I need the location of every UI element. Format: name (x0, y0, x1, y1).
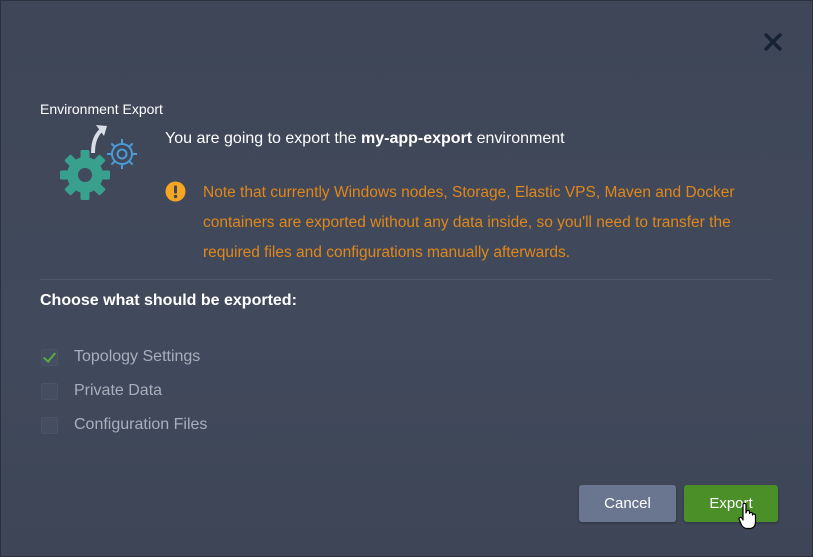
section-title: Choose what should be exported: (40, 292, 297, 309)
configuration-files-checkbox[interactable] (41, 416, 58, 434)
close-button[interactable] (761, 30, 785, 54)
dialog-title: Environment Export (40, 101, 163, 117)
exclamation-circle-icon (165, 181, 186, 202)
option-label: Configuration Files (74, 416, 208, 433)
export-gears-icon (60, 125, 137, 200)
option-label: Topology Settings (74, 348, 201, 365)
option-topology-settings[interactable]: Topology Settings (41, 347, 200, 367)
private-data-checkbox[interactable] (41, 382, 58, 400)
topology-settings-checkbox[interactable] (41, 348, 58, 366)
headline-suffix: environment (472, 130, 565, 147)
environment-name: my-app-export (361, 130, 473, 147)
hand-pointer-cursor-icon (738, 502, 757, 530)
option-private-data[interactable]: Private Data (41, 381, 162, 401)
option-configuration-files[interactable]: Configuration Files (41, 415, 207, 435)
headline-prefix: You are going to export the (165, 130, 361, 147)
cancel-button[interactable]: Cancel (579, 485, 676, 522)
option-label: Private Data (74, 382, 163, 399)
close-icon (764, 33, 782, 51)
divider (40, 279, 772, 280)
export-dialog: Environment Export You are going to expo… (0, 0, 813, 557)
warning-message: Note that currently Windows nodes, Stora… (203, 184, 735, 261)
export-button[interactable]: Export (684, 485, 778, 522)
export-headline: You are going to export the my-app-expor… (165, 130, 565, 148)
